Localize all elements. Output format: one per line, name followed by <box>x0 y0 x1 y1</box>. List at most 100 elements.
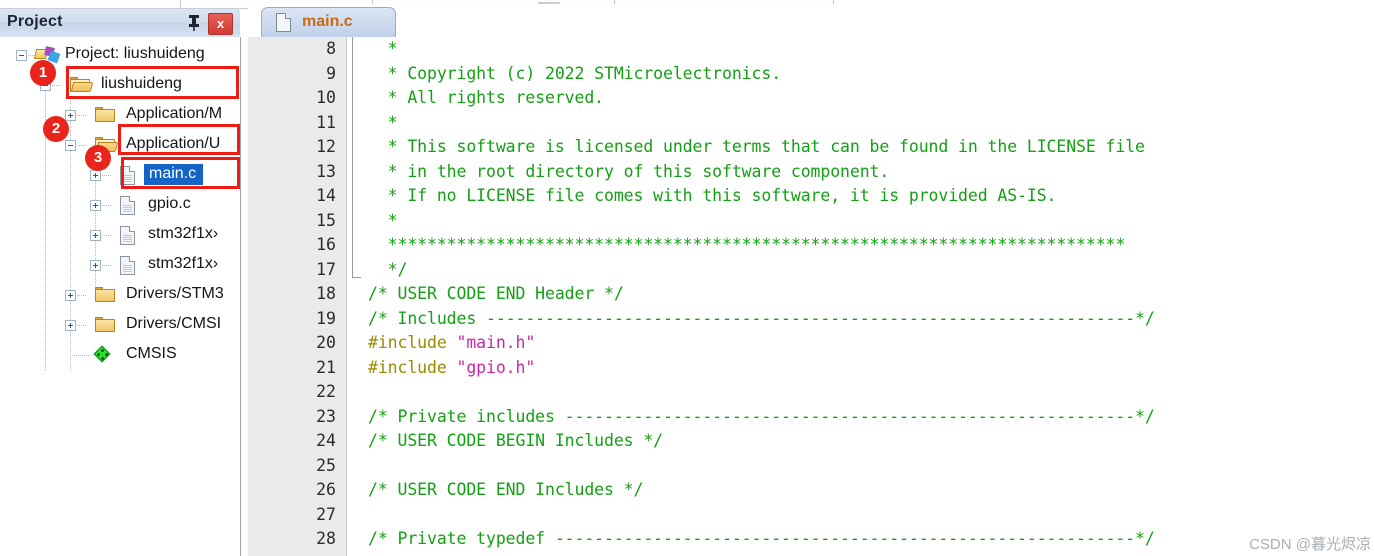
code-text: /* USER CODE END Includes */ <box>368 480 643 499</box>
tree-node-drivers-stm32[interactable]: Drivers/STM3 <box>0 281 240 311</box>
line-number: 19 <box>316 308 336 328</box>
tree-connector <box>102 205 112 206</box>
line-number: 10 <box>316 88 336 107</box>
line-number: 28 <box>316 529 336 548</box>
code-text: /* Includes ----------------------------… <box>368 309 1155 328</box>
code-text: */ <box>368 259 408 279</box>
tree-node-label: Drivers/CMSI <box>126 315 222 332</box>
code-token: * in the root directory of this software… <box>368 161 890 181</box>
code-text: * All rights reserved. <box>368 88 604 107</box>
line-number: 18 <box>316 284 336 303</box>
tree-node-label: Application/U <box>126 135 221 152</box>
toolbar-divider-1 <box>180 0 181 9</box>
folder-icon <box>95 317 116 333</box>
code-line: 25 <box>248 454 1375 479</box>
close-icon[interactable]: x <box>208 13 233 35</box>
tree-connector <box>77 115 87 116</box>
line-number: 15 <box>316 210 336 230</box>
code-line: 28 /* Private typedef -------------------… <box>248 527 1375 552</box>
code-token: * All rights reserved. <box>368 88 605 107</box>
tree-connector <box>77 325 87 326</box>
line-number: 21 <box>316 357 336 377</box>
line-number: 11 <box>316 112 336 132</box>
line-number: 14 <box>316 186 336 205</box>
code-line: 17 */ <box>248 258 1375 283</box>
line-number: 22 <box>316 382 336 401</box>
tree-node-label: liushuideng <box>101 75 182 92</box>
code-line: 24 /* USER CODE BEGIN Includes */ <box>248 429 1375 454</box>
tree-node-label: main.c <box>144 164 204 185</box>
code-text: ****************************************… <box>368 235 1126 254</box>
tree-node-label: stm32f1x› <box>148 225 219 242</box>
code-text: * This software is licensed under terms … <box>368 137 1145 156</box>
code-line: 11 * <box>248 111 1375 136</box>
line-number: 17 <box>316 259 336 279</box>
code-token: #include <box>368 333 457 352</box>
code-line: 22 <box>248 380 1375 405</box>
code-line: 20 #include "main.h" <box>248 331 1375 356</box>
tree-node-gpio-c[interactable]: gpio.c <box>0 191 240 221</box>
tree-node-stm32f1xx-1[interactable]: stm32f1x› <box>0 221 240 251</box>
tree-connector <box>102 235 112 236</box>
tree-node-application-u[interactable]: Application/U <box>0 131 240 161</box>
line-number: 16 <box>316 235 336 254</box>
tree-node-label: Application/M <box>126 105 223 122</box>
project-tree[interactable]: Project: liushuideng liushuideng Applica… <box>0 37 241 556</box>
tree-node-stm32f1xx-2[interactable]: stm32f1x› <box>0 251 240 281</box>
folder-icon <box>95 107 116 123</box>
code-line: 15 * <box>248 209 1375 234</box>
line-number: 13 <box>316 161 336 181</box>
watermark: CSDN @暮光烬凉 <box>1249 536 1371 553</box>
line-number: 27 <box>316 504 336 524</box>
pin-icon[interactable] <box>186 14 202 32</box>
annotation-badge-3: 3 <box>85 145 111 171</box>
tree-node-application-m[interactable]: Application/M <box>0 101 240 131</box>
code-token: /* USER CODE END Includes */ <box>368 480 644 499</box>
line-number: 20 <box>316 333 336 352</box>
expander-drivers-stm32[interactable] <box>65 290 76 301</box>
code-text: * in the root directory of this software… <box>368 161 890 181</box>
project-panel-titlebar: Project x <box>0 9 240 38</box>
code-token: */ <box>368 259 408 279</box>
tree-connector <box>70 355 92 356</box>
code-line: 16 *************************************… <box>248 233 1375 258</box>
tab-main-c[interactable]: main.c <box>261 7 396 38</box>
code-line: 18 /* USER CODE END Header */ <box>248 282 1375 307</box>
tree-node-main-c[interactable]: main.c <box>0 161 240 191</box>
code-token: * <box>368 112 398 132</box>
code-view[interactable]: 8 * 9 * Copyright (c) 2022 STMicroelectro… <box>248 37 1375 556</box>
tree-node-cmsis[interactable]: CMSIS <box>0 341 240 371</box>
expander-application-u[interactable] <box>65 140 76 151</box>
line-number: 9 <box>326 63 336 83</box>
expander-application-m[interactable] <box>65 110 76 121</box>
code-text: /* USER CODE END Header */ <box>368 284 624 303</box>
code-text: /* Private typedef ---------------------… <box>368 529 1155 548</box>
tree-node-drivers-cmsis[interactable]: Drivers/CMSI <box>0 311 240 341</box>
expander-drivers-cmsis[interactable] <box>65 320 76 331</box>
annotation-badge-1: 1 <box>30 60 56 86</box>
tree-connector <box>77 145 87 146</box>
tree-node-label: Drivers/STM3 <box>126 285 224 302</box>
code-token: * <box>368 39 398 58</box>
file-icon <box>120 256 135 275</box>
expander-main-c[interactable] <box>90 170 101 181</box>
expander-stm32f1xx-2[interactable] <box>90 260 101 271</box>
line-number: 24 <box>316 431 336 450</box>
code-token: /* USER CODE BEGIN Includes */ <box>368 431 664 450</box>
code-text: * <box>368 211 398 230</box>
code-text: /* USER CODE BEGIN Includes */ <box>368 431 663 450</box>
code-line: 13 * in the root directory of this softw… <box>248 160 1375 185</box>
expander-gpio-c[interactable] <box>90 200 101 211</box>
expander-root[interactable] <box>16 50 27 61</box>
editor-tabstrip: main.c <box>248 4 1375 38</box>
folder-open-icon <box>70 77 94 93</box>
project-panel: Project x Project: liushuideng liushuide… <box>0 9 241 556</box>
code-token: /* Includes ----------------------------… <box>368 308 1155 328</box>
line-number: 12 <box>316 137 336 156</box>
code-line: 23 /* Private includes ------------------… <box>248 405 1375 430</box>
cmsis-diamond-icon <box>93 345 112 364</box>
code-text: * <box>368 39 398 58</box>
expander-stm32f1xx-1[interactable] <box>90 230 101 241</box>
tree-node-label: Project: liushuideng <box>65 45 205 62</box>
code-token: /* Private typedef ---------------------… <box>368 529 1155 548</box>
